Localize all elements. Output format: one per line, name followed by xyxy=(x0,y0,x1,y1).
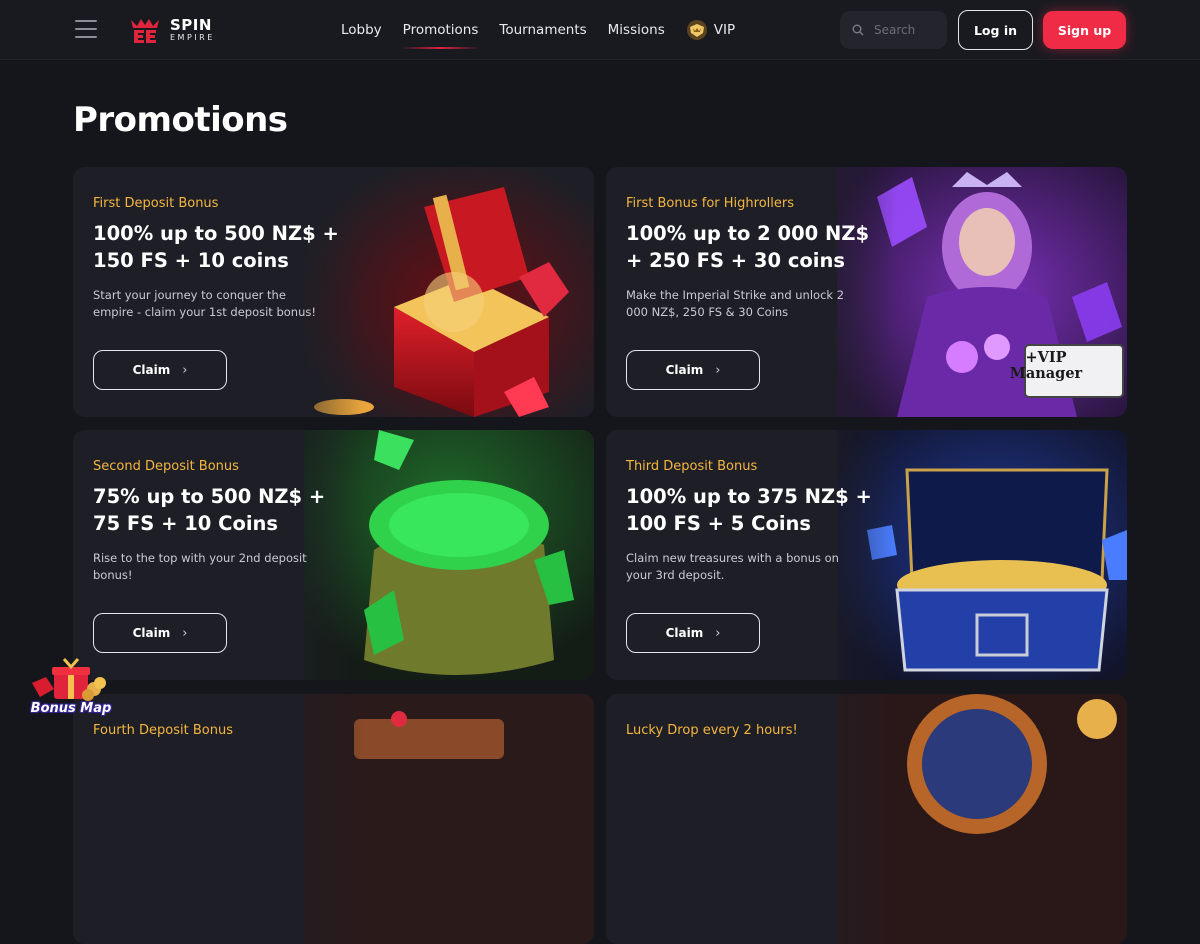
page-title: Promotions xyxy=(73,100,288,140)
promo-headline: 100% up to 375 NZ$ + 100 FS + 5 Coins xyxy=(626,485,872,535)
nav-missions[interactable]: Missions xyxy=(608,0,665,60)
promo-title: First Deposit Bonus xyxy=(93,196,219,211)
promo-card-highrollers: +VIP Manager First Bonus for Highrollers… xyxy=(606,167,1127,417)
promo-title: Fourth Deposit Bonus xyxy=(93,723,233,738)
promo-card-third-deposit: Third Deposit Bonus 100% up to 375 NZ$ +… xyxy=(606,430,1127,680)
nav-tournaments[interactable]: Tournaments xyxy=(499,0,586,60)
promo-headline: 100% up to 2 000 NZ$ + 250 FS + 30 coins xyxy=(626,222,870,272)
claim-button[interactable]: Claim › xyxy=(626,350,760,390)
chevron-right-icon: › xyxy=(182,362,188,378)
claim-button[interactable]: Claim › xyxy=(626,613,760,653)
promo-headline: 75% up to 500 NZ$ + 75 FS + 10 Coins xyxy=(93,485,326,535)
promo-title: Lucky Drop every 2 hours! xyxy=(626,723,798,738)
promo-card-lucky-drop: Lucky Drop every 2 hours! xyxy=(606,694,1127,944)
crown-logo-icon xyxy=(131,19,159,43)
nav-vip-label: VIP xyxy=(713,22,736,38)
logo-line-1: SPIN xyxy=(170,16,212,34)
promo-card-second-deposit: Second Deposit Bonus 75% up to 500 NZ$ +… xyxy=(73,430,594,680)
nav-vip[interactable]: VIP xyxy=(686,0,735,60)
signup-button[interactable]: Sign up xyxy=(1043,11,1126,49)
promo-description: Claim new treasures with a bonus on your… xyxy=(626,551,839,582)
promo-description: Start your journey to conquer the empire… xyxy=(93,288,316,319)
promo-description: Rise to the top with your 2nd deposit bo… xyxy=(93,551,307,582)
promo-headline: 100% up to 500 NZ$ + 150 FS + 10 coins xyxy=(93,222,339,272)
claim-button[interactable]: Claim › xyxy=(93,613,227,653)
claim-label: Claim xyxy=(665,363,704,377)
vip-manager-badge: +VIP Manager xyxy=(1009,349,1083,382)
search-box[interactable] xyxy=(840,11,947,49)
promo-title: Second Deposit Bonus xyxy=(93,459,239,474)
promo-title: Third Deposit Bonus xyxy=(626,459,758,474)
chevron-right-icon: › xyxy=(715,362,721,378)
claim-button[interactable]: Claim › xyxy=(93,350,227,390)
bonus-map-widget[interactable]: Bonus Map xyxy=(28,655,114,725)
claim-label: Claim xyxy=(132,363,171,377)
search-input[interactable] xyxy=(874,23,944,37)
promo-card-fourth-deposit: Fourth Deposit Bonus xyxy=(73,694,594,944)
gift-icon xyxy=(32,658,106,701)
main-nav: Lobby Promotions Tournaments Missions VI… xyxy=(341,0,756,60)
chevron-right-icon: › xyxy=(182,625,188,641)
claim-label: Claim xyxy=(665,626,704,640)
vip-crest-icon xyxy=(686,20,707,40)
top-header: SPIN EMPIRE Lobby Promotions Tournaments… xyxy=(0,0,1200,60)
nav-promotions[interactable]: Promotions xyxy=(400,0,481,60)
login-button[interactable]: Log in xyxy=(958,10,1033,50)
bonus-map-label: Bonus Map xyxy=(30,701,112,716)
promo-card-first-deposit: First Deposit Bonus 100% up to 500 NZ$ +… xyxy=(73,167,594,417)
promo-description: Make the Imperial Strike and unlock 2 00… xyxy=(626,288,845,319)
search-icon xyxy=(852,24,864,36)
promo-title: First Bonus for Highrollers xyxy=(626,196,794,211)
nav-lobby[interactable]: Lobby xyxy=(341,0,382,60)
chevron-right-icon: › xyxy=(715,625,721,641)
menu-icon[interactable] xyxy=(75,20,97,38)
logo-line-2: EMPIRE xyxy=(170,33,215,42)
site-logo[interactable]: SPIN EMPIRE xyxy=(128,16,215,44)
claim-label: Claim xyxy=(132,626,171,640)
